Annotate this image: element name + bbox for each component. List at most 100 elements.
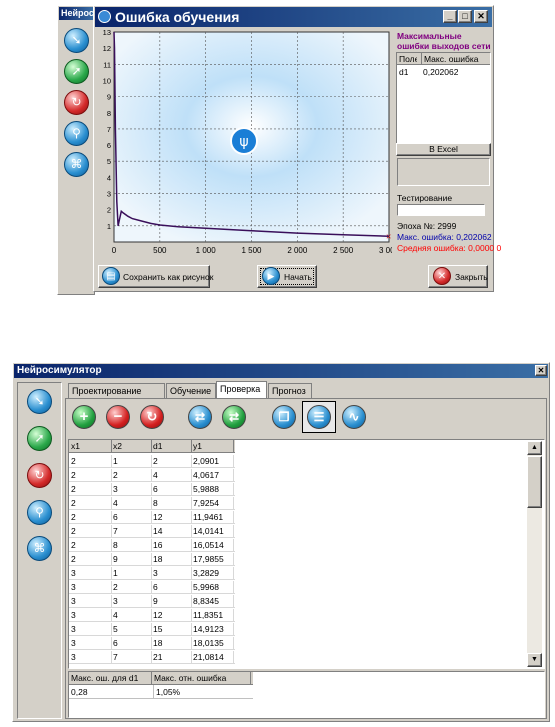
table-cell-y1: 7,9254 [193,497,234,509]
reset-icon[interactable]: ↻ [140,405,164,429]
maximize-button[interactable]: □ [458,10,472,23]
close-x-icon: ✕ [433,267,451,285]
summary-row-divider [69,698,253,699]
tab-testing[interactable]: Проверка [216,381,267,398]
bg-side-icon-4[interactable]: ⚲ [64,121,89,146]
minimize-button[interactable]: _ [443,10,457,23]
table-cell-x1: 2 [71,455,112,467]
save-as-image-label: Сохранить как рисунок [123,272,214,282]
y-tick-label: 10 [103,76,111,85]
testing-progress-bar [397,204,485,216]
table-row[interactable]: 2 2 4 4,0617 [69,468,235,482]
bg-side-icon-5[interactable]: ⌘ [64,152,89,177]
table-cell-d1: 14 [153,525,192,537]
close-button[interactable]: ✕ Закрыть [428,265,488,288]
table-row[interactable]: 3 1 3 3,2829 [69,566,235,580]
table-cell-d1: 12 [153,511,192,523]
table-cell-x1: 2 [71,553,112,565]
add-row-icon[interactable]: + [72,405,96,429]
table-row[interactable]: 2 3 6 5,9888 [69,482,235,496]
delete-row-icon[interactable]: − [106,405,130,429]
table-cell-x1: 3 [71,609,112,621]
import-icon[interactable]: ⇄ [188,405,212,429]
table-row[interactable]: 2 1 2 2,0901 [69,454,235,468]
bg-side-icon-1[interactable]: ➘ [64,28,89,53]
tab-network-design[interactable]: Проектирование сети [68,383,165,410]
app-icon [98,10,111,23]
main-close-button[interactable]: ✕ [535,365,547,376]
scroll-up-button[interactable]: ▲ [527,441,542,455]
table-row[interactable]: 3 3 9 8,8345 [69,594,235,608]
x-tick-label: 3 000 [379,246,392,255]
error-dialog: Ошибка обучения _ □ ✕ 0 500 1 000 1 500 2 00… [93,5,501,292]
table-cell-d1: 8 [153,497,192,509]
table-row[interactable]: 2 8 16 16,0514 [69,538,235,552]
table-cell-y1: 4,0617 [193,469,234,481]
table-cell-x2: 2 [113,469,152,481]
chart-watermark-glyph: ψ [239,134,248,150]
table-cell-d1: 9 [153,595,192,607]
start-button[interactable]: ▶ Начать [257,265,317,288]
table-cell-y1: 3,2829 [193,567,234,579]
save-as-image-button[interactable]: ▤ Сохранить как рисунок [98,265,214,288]
y-tick-label: 6 [107,141,111,150]
sidebar-icon-train[interactable]: ➚ [27,426,52,451]
table-cell-y1: 5,9968 [193,581,234,593]
bg-side-icon-2[interactable]: ➚ [64,59,89,84]
export-excel-button[interactable]: В Excel [396,143,491,156]
table-row[interactable]: 2 7 14 14,0141 [69,524,235,538]
chart-view-icon[interactable]: ∿ [342,405,366,429]
background-app-window: Нейрос ➘ ➚ ↻ ⚲ ⌘ [57,5,95,295]
table-row[interactable]: 3 2 6 5,9968 [69,580,235,594]
error-chart-svg: 05001 0001 5002 0002 5003 00012345678910… [103,30,392,255]
grid-header-y1: y1 [193,440,234,453]
mini-error-table: Поле Макс. ошибка d1 0,202062 [396,52,491,146]
table-cell-x1: 2 [71,539,112,551]
x-tick-label: 1 500 [241,246,262,255]
y-tick-label: 12 [103,44,111,53]
copy-icon[interactable]: ❐ [272,405,296,429]
table-cell-y1: 21,0814 [193,651,234,663]
tab-training[interactable]: Обучение [166,383,216,398]
sidebar-icon-design[interactable]: ➘ [27,389,52,414]
x-tick-label: 1 000 [196,246,217,255]
mini-table-header: Поле Макс. ошибка [397,53,490,65]
close-button-label: Закрыть [455,272,488,282]
close-window-button[interactable]: ✕ [474,10,488,23]
table-cell-y1: 18,0135 [193,637,234,649]
table-cell-d1: 18 [153,553,192,565]
y-tick-label: 4 [107,173,111,182]
y-tick-label: 11 [103,60,111,69]
table-cell-d1: 4 [153,469,192,481]
table-row[interactable]: 3 7 21 21,0814 [69,650,235,664]
grid-scrollbar[interactable]: ▲ ▼ [527,441,542,667]
sidebar-icon-analysis[interactable]: ⌘ [27,536,52,561]
table-cell-y1: 5,9888 [193,483,234,495]
y-tick-label: 2 [107,206,111,215]
export-icon[interactable]: ⇄ [222,405,246,429]
avg-error-label: Средняя ошибка: 0,0000 0 [397,243,502,253]
error-dialog-title: Ошибка обучения [115,9,240,25]
table-cell-d1: 18 [153,637,192,649]
scroll-thumb[interactable] [527,456,542,508]
sidebar-icon-reset[interactable]: ↻ [27,463,52,488]
table-row[interactable]: 3 4 12 11,8351 [69,608,235,622]
error-dialog-titlebar: Ошибка обучения _ □ ✕ [95,7,492,27]
main-window-titlebar: Нейросимулятор ✕ [14,364,548,378]
table-cell-x2: 9 [113,553,152,565]
summary-value-max-rel: 1,05% [156,687,181,697]
table-row[interactable]: 2 4 8 7,9254 [69,496,235,510]
table-cell-x1: 3 [71,623,112,635]
table-row[interactable]: 3 6 18 18,0135 [69,636,235,650]
left-toolbar: ➘ ➚ ↻ ⚲ ⌘ [17,382,62,719]
scroll-down-button[interactable]: ▼ [527,653,542,667]
table-row[interactable]: 3 5 15 14,9123 [69,622,235,636]
table-row[interactable]: 2 9 18 17,9855 [69,552,235,566]
table-row[interactable]: 2 6 12 11,9461 [69,510,235,524]
sidebar-icon-search[interactable]: ⚲ [27,500,52,525]
bg-side-icon-3[interactable]: ↻ [64,90,89,115]
tab-forecast[interactable]: Прогноз [268,383,312,398]
table-view-button[interactable]: ☰ [302,401,336,433]
table-cell-d1: 6 [153,483,192,495]
table-cell-d1: 3 [153,567,192,579]
